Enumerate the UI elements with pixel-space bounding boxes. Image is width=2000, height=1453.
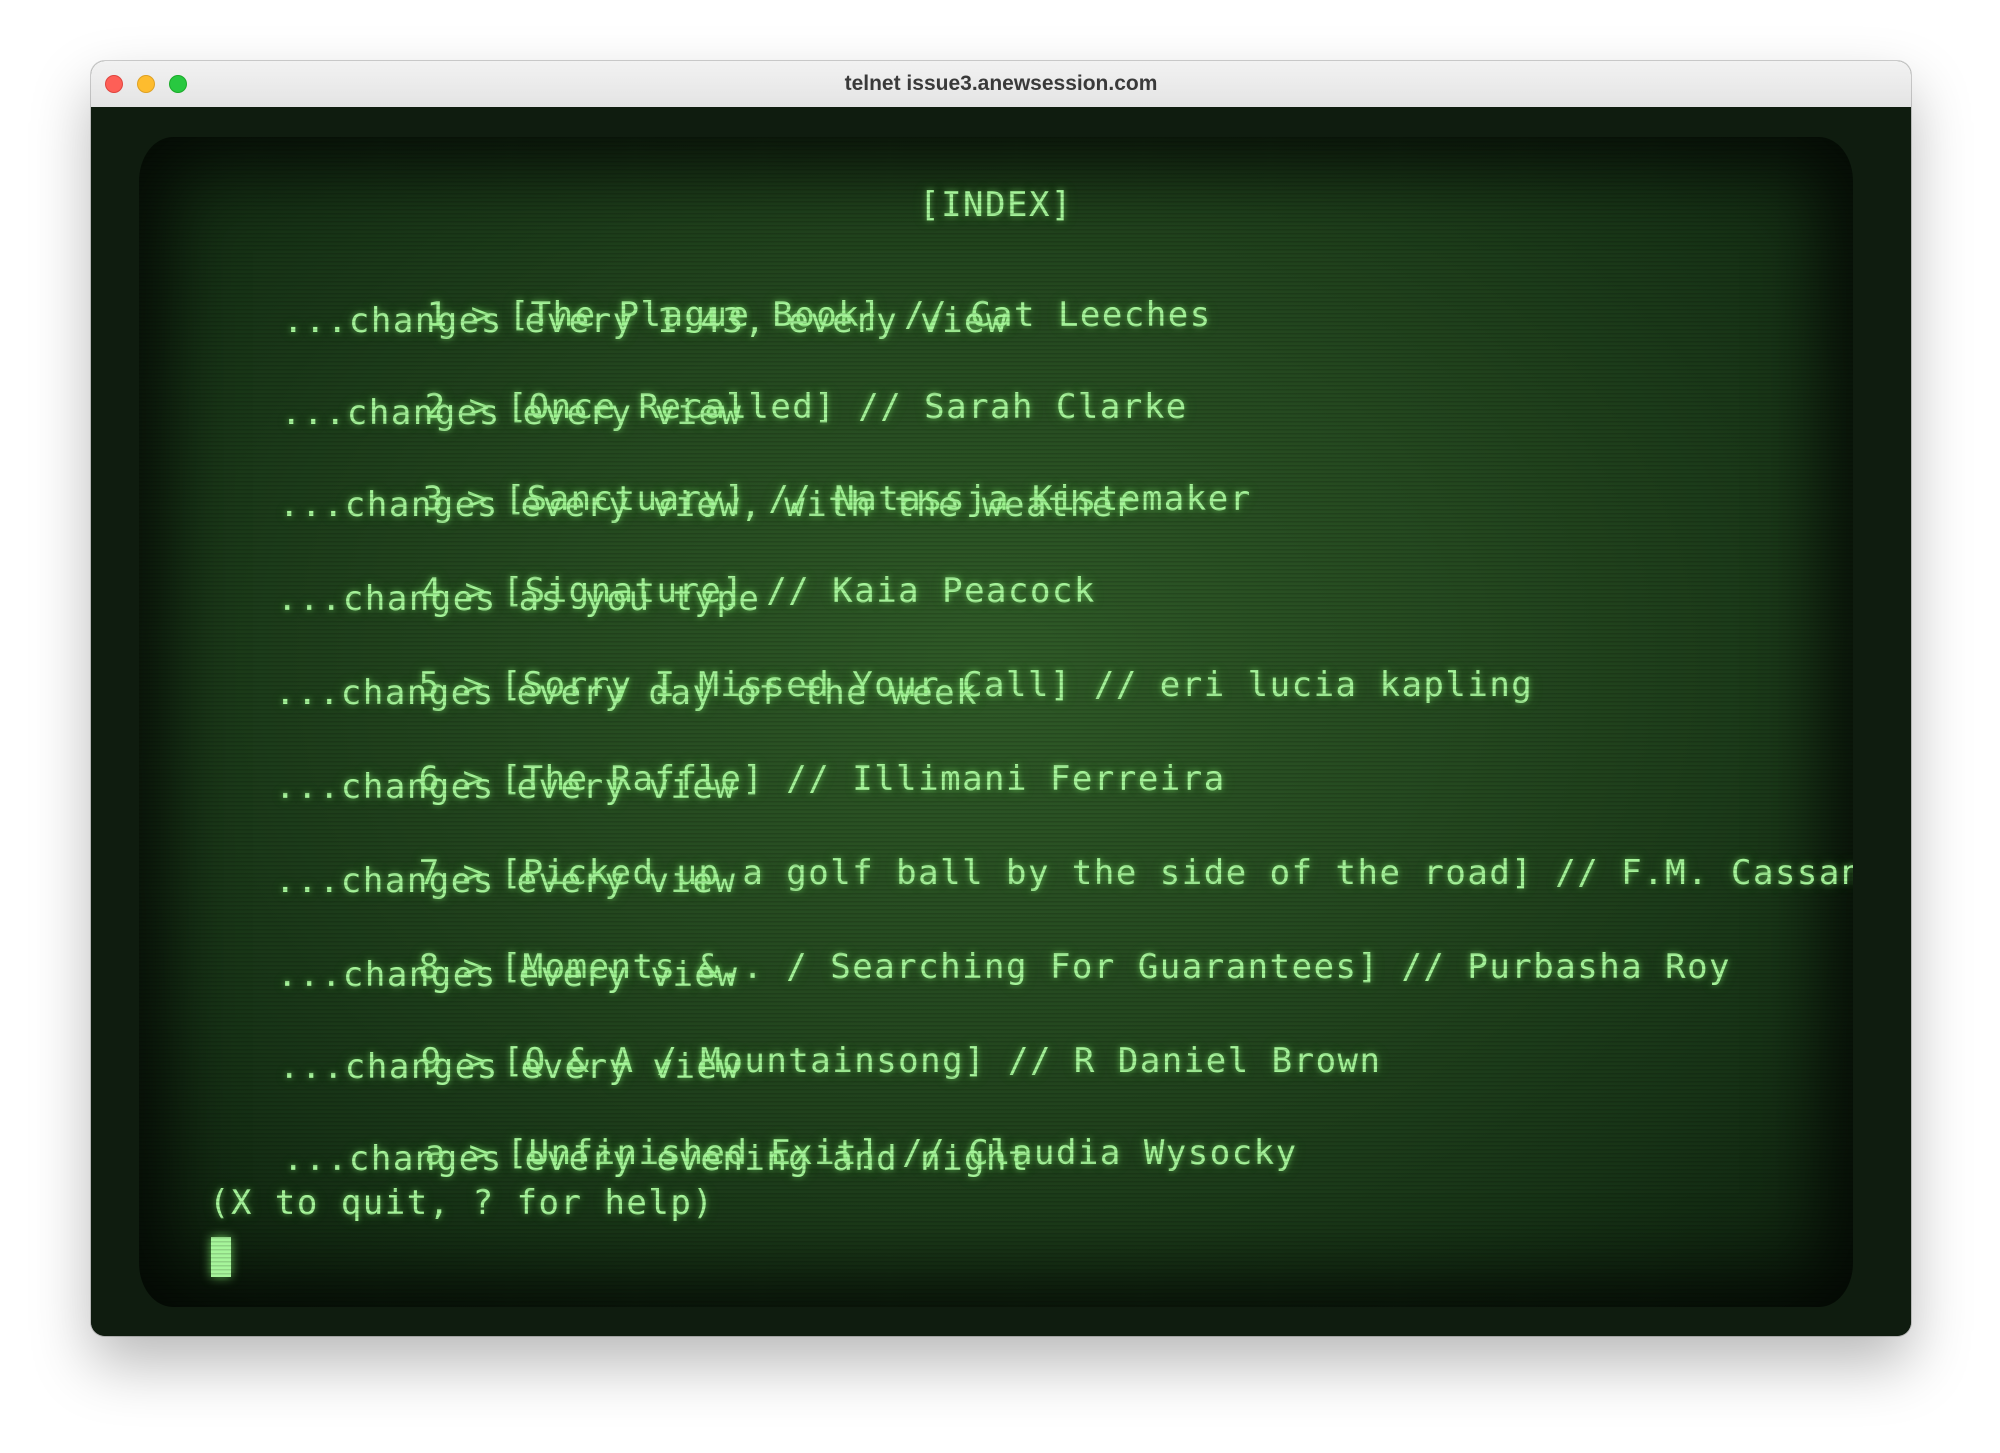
terminal-window: telnet issue3.anewsession.com [INDEX] 1 >…: [91, 61, 1911, 1336]
terminal-output: [INDEX] 1 > [The Plague Book] // Cat Leech…: [139, 137, 1853, 1307]
entry-note-1: ...changes every 1:43, every view: [283, 301, 1009, 341]
crt-screen[interactable]: [INDEX] 1 > [The Plague Book] // Cat Leech…: [139, 137, 1853, 1307]
crt-bezel: [INDEX] 1 > [The Plague Book] // Cat Leech…: [91, 107, 1911, 1336]
entry-note-2: ...changes every view: [281, 393, 743, 433]
entry-note-8: ...changes every view: [277, 955, 739, 995]
entry-note-3: ...changes every view, with the weather: [279, 485, 1136, 525]
entry-note-5: ...changes every day of the week: [275, 673, 979, 713]
help-hint: (X to quit, ? for help): [209, 1183, 715, 1223]
entry-note-a: ...changes every evening and night: [283, 1139, 1030, 1179]
window-title: telnet issue3.anewsession.com: [844, 72, 1158, 95]
entry-note-7: ...changes every view: [275, 861, 737, 901]
index-heading: [INDEX]: [919, 185, 1073, 225]
entry-note-6: ...changes every view: [275, 767, 737, 807]
text-cursor[interactable]: [211, 1237, 231, 1277]
title-bar[interactable]: telnet issue3.anewsession.com: [91, 61, 1911, 108]
entry-note-9: ...changes every view: [279, 1047, 741, 1087]
entry-note-4: ...changes as you type: [277, 579, 761, 619]
